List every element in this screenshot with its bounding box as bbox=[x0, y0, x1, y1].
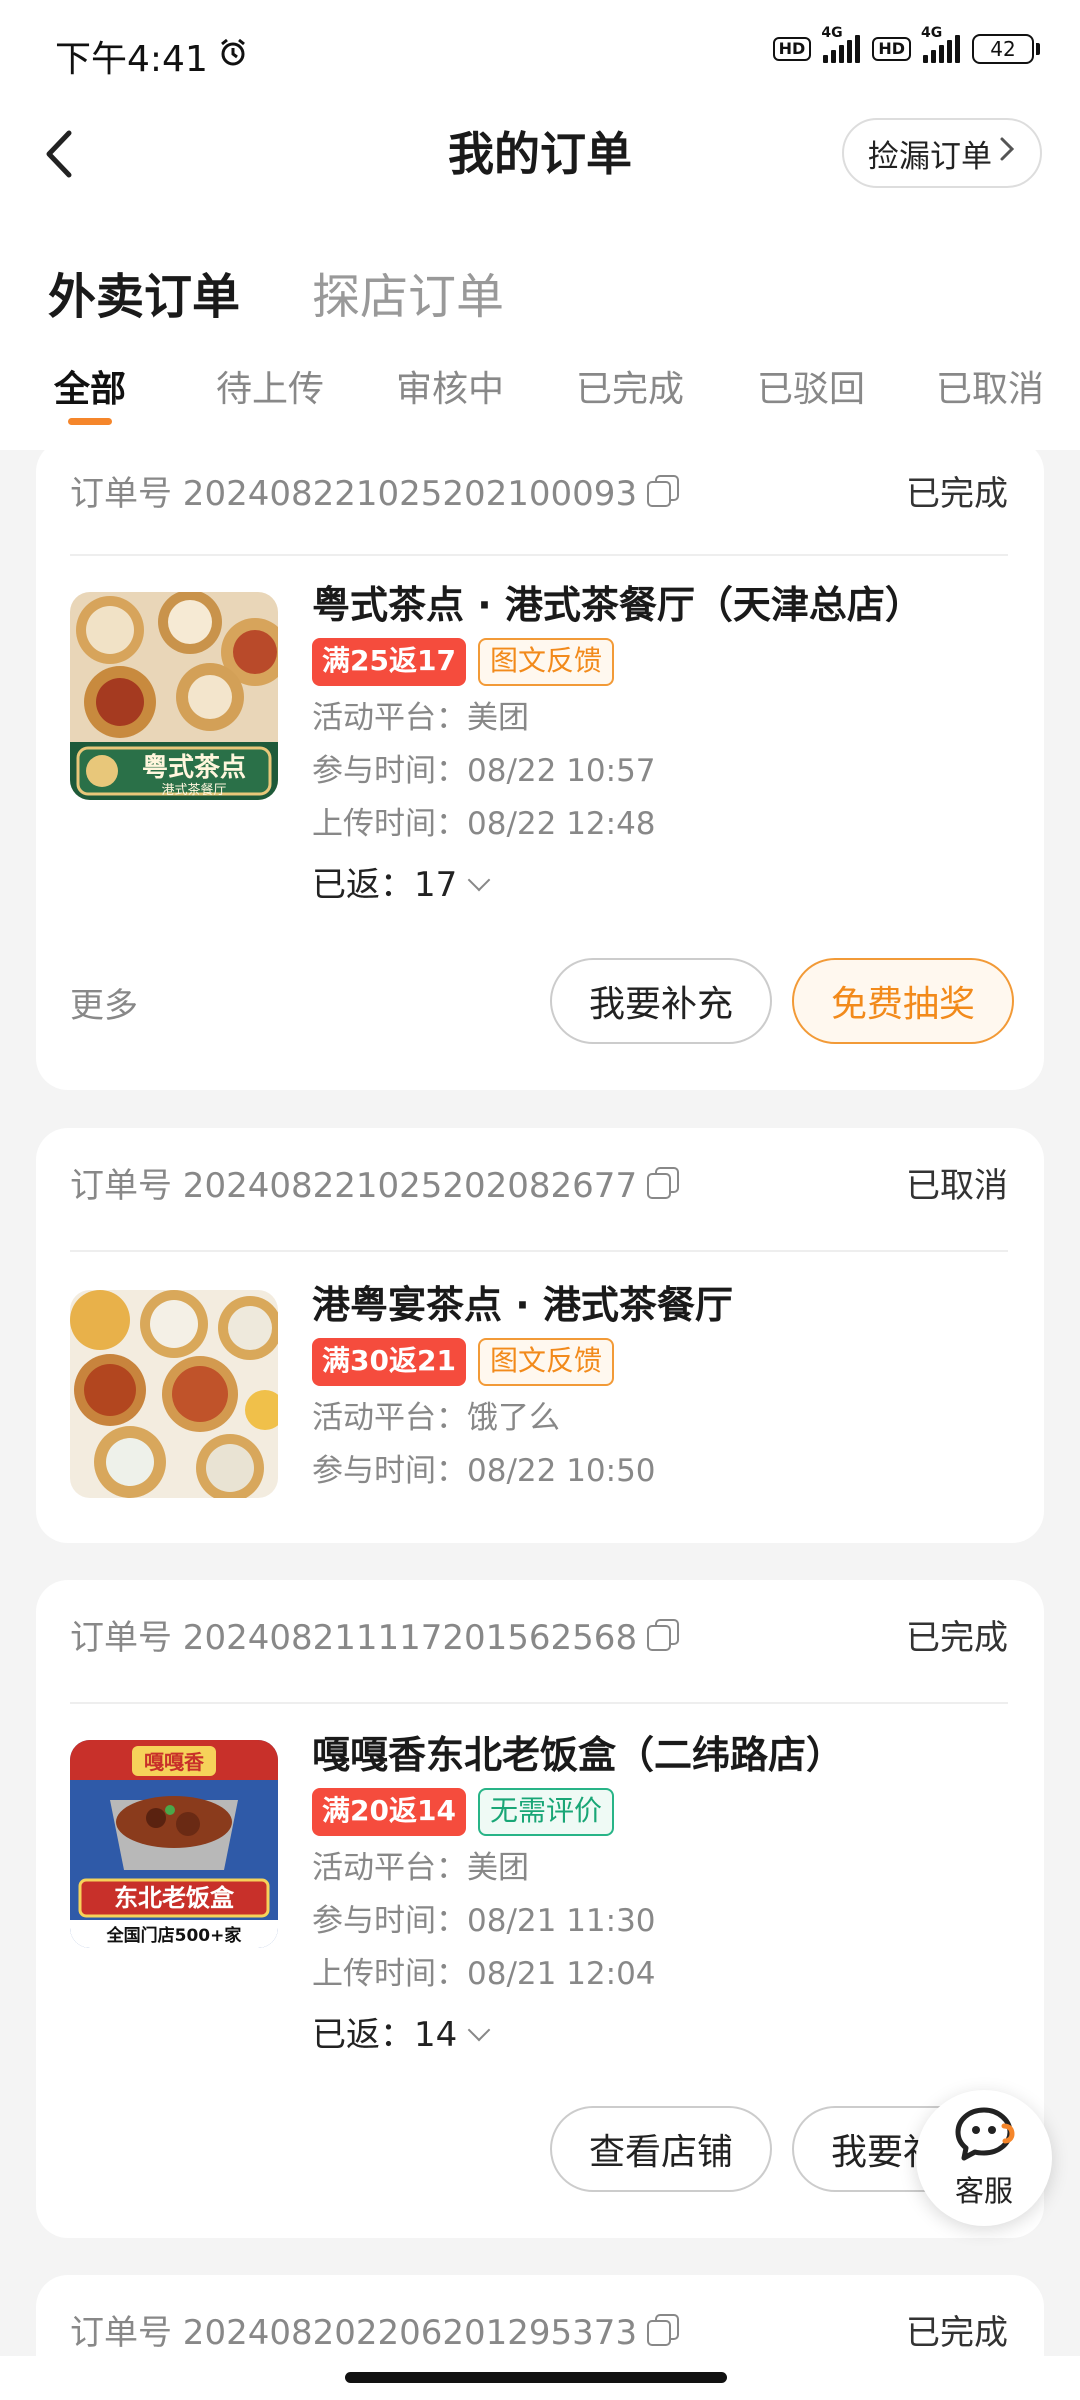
order-tags: 满25返17 图文反馈 bbox=[312, 638, 1014, 686]
join-time-text: 参与时间：08/22 10:50 bbox=[312, 1453, 656, 1489]
tab-cancelled[interactable]: 已取消 bbox=[936, 360, 1044, 420]
order-info: 粤式茶点 · 港式茶餐厅（天津总店） 满25返17 图文反馈 活动平台：美团 参… bbox=[312, 580, 1014, 915]
thumb-top-text: 嘎嘎香 bbox=[144, 1750, 205, 1774]
order-number: 订单号 202408221025202100093 bbox=[70, 473, 638, 514]
upload-time-text: 上传时间：08/22 12:48 bbox=[312, 806, 656, 842]
divider bbox=[70, 554, 1008, 556]
chevron-down-icon bbox=[467, 2018, 491, 2042]
copy-icon[interactable] bbox=[647, 1619, 680, 1651]
review-type-badge: 无需评价 bbox=[477, 1788, 614, 1836]
order-info: 港粤宴茶点 · 港式茶餐厅 满30返21 图文反馈 活动平台：饿了么 参与时间：… bbox=[312, 1280, 1014, 1498]
more-link[interactable]: 更多 bbox=[70, 978, 138, 1027]
order-status: 已完成 bbox=[906, 2312, 1008, 2353]
rebate-badge: 满30返21 bbox=[312, 1338, 466, 1386]
join-time-text: 参与时间：08/21 11:30 bbox=[312, 1903, 656, 1939]
shop-name[interactable]: 粤式茶点 · 港式茶餐厅（天津总店） bbox=[312, 580, 1014, 630]
shop-name[interactable]: 嘎嘎香东北老饭盒（二纬路店） bbox=[312, 1730, 1014, 1780]
clock-text: 下午4:41 bbox=[55, 39, 208, 80]
returned-amount-toggle[interactable]: 已返：14 bbox=[312, 2005, 1014, 2065]
customer-service-label: 客服 bbox=[954, 2174, 1013, 2208]
chevron-right-icon bbox=[998, 135, 1016, 171]
network-type: 4G bbox=[921, 25, 943, 41]
platform-text: 活动平台：美团 bbox=[312, 1850, 529, 1886]
chevron-down-icon bbox=[467, 868, 491, 892]
thumb-title: 粤式茶点 bbox=[142, 752, 246, 783]
copy-icon[interactable] bbox=[647, 2314, 680, 2346]
divider bbox=[70, 1702, 1008, 1704]
upload-time-text: 上传时间：08/21 12:04 bbox=[312, 1956, 656, 1992]
rebate-badge: 满25返17 bbox=[312, 638, 466, 686]
network-type: 4G bbox=[821, 25, 843, 41]
shop-thumbnail[interactable] bbox=[70, 1290, 278, 1498]
order-status: 已取消 bbox=[906, 1165, 1008, 1206]
order-card[interactable]: 订单号 202408221025202082677 已取消 港粤宴茶点 · 港式… bbox=[36, 1128, 1044, 1543]
review-type-badge: 图文反馈 bbox=[477, 1338, 614, 1386]
platform-text: 活动平台：饿了么 bbox=[312, 1400, 560, 1436]
order-number-row: 订单号 202408211117201562568 已完成 bbox=[70, 1580, 1008, 1688]
returned-amount-toggle[interactable]: 已返：17 bbox=[312, 855, 1014, 915]
alarm-icon bbox=[218, 36, 248, 77]
status-icons: HD 4G HD 4G 42 bbox=[772, 25, 1040, 64]
tab-completed[interactable]: 已完成 bbox=[576, 360, 684, 420]
missing-orders-label: 捡漏订单 bbox=[868, 138, 992, 175]
rebate-badge: 满20返14 bbox=[312, 1788, 466, 1836]
order-status: 已完成 bbox=[906, 1617, 1008, 1658]
hd-icon: HD bbox=[772, 37, 812, 61]
order-number: 订单号 202408221025202082677 bbox=[70, 1165, 638, 1206]
supplement-button[interactable]: 我要补充 bbox=[550, 958, 772, 1044]
platform-text: 活动平台：美团 bbox=[312, 700, 529, 736]
shop-thumbnail[interactable]: 粤式茶点 港式茶餐厅 bbox=[70, 592, 278, 800]
shop-thumbnail[interactable]: 嘎嘎香 东北老饭盒 全国门店500+家 bbox=[70, 1740, 278, 1948]
shop-name[interactable]: 港粤宴茶点 · 港式茶餐厅 bbox=[312, 1280, 1014, 1330]
nav-bar: 我的订单 捡漏订单 bbox=[0, 110, 1080, 200]
order-card[interactable]: 订单号 202408221025202100093 已完成 粤式茶点 港式茶餐厅 bbox=[36, 440, 1044, 1090]
order-number-row: 订单号 202408221025202082677 已取消 bbox=[70, 1128, 1008, 1236]
order-status: 已完成 bbox=[906, 473, 1008, 514]
battery-level: 42 bbox=[972, 34, 1034, 64]
tab-all[interactable]: 全部 bbox=[54, 360, 126, 420]
tab-pending-upload[interactable]: 待上传 bbox=[216, 360, 324, 420]
order-card[interactable]: 订单号 202408211117201562568 已完成 嘎嘎香 东北老饭盒 … bbox=[36, 1580, 1044, 2238]
tab-under-review[interactable]: 审核中 bbox=[396, 360, 504, 420]
view-shop-button[interactable]: 查看店铺 bbox=[550, 2106, 772, 2192]
order-info: 嘎嘎香东北老饭盒（二纬路店） 满20返14 无需评价 活动平台：美团 参与时间：… bbox=[312, 1730, 1014, 2065]
copy-icon[interactable] bbox=[647, 475, 680, 507]
review-type-badge: 图文反馈 bbox=[477, 638, 614, 686]
orders-page: 下午4:41 HD 4G HD 4G 42 我的订单 捡漏订单 外卖订单 探店订… bbox=[0, 0, 1080, 2400]
status-bar: 下午4:41 HD 4G HD 4G 42 bbox=[0, 0, 1080, 110]
home-indicator[interactable] bbox=[345, 2372, 727, 2383]
order-number: 订单号 202408202206201295373 bbox=[70, 2312, 638, 2353]
signal-icon: 4G bbox=[821, 25, 861, 63]
order-type-tabs: 外卖订单 探店订单 bbox=[0, 262, 504, 332]
status-filter-tabs: 全部 待上传 审核中 已完成 已驳回 已取消 bbox=[0, 360, 1080, 430]
order-tags: 满20返14 无需评价 bbox=[312, 1788, 1014, 1836]
divider bbox=[70, 1250, 1008, 1252]
active-tab-indicator bbox=[68, 418, 112, 425]
thumb-bottom-text: 全国门店500+家 bbox=[106, 1925, 242, 1946]
free-lottery-button[interactable]: 免费抽奖 bbox=[792, 958, 1014, 1044]
copy-icon[interactable] bbox=[647, 1167, 680, 1199]
battery-icon: 42 bbox=[972, 34, 1040, 64]
order-number: 订单号 202408211117201562568 bbox=[70, 1617, 638, 1658]
order-number-row: 订单号 202408221025202100093 已完成 bbox=[70, 440, 1008, 540]
top-header-area: 下午4:41 HD 4G HD 4G 42 我的订单 捡漏订单 外卖订单 探店订… bbox=[0, 0, 1080, 450]
thumb-title: 东北老饭盒 bbox=[114, 1884, 235, 1912]
missing-orders-button[interactable]: 捡漏订单 bbox=[842, 118, 1042, 188]
hd-icon: HD bbox=[872, 37, 911, 61]
order-tags: 满30返21 图文反馈 bbox=[312, 1338, 1014, 1386]
customer-service-button[interactable]: 客服 bbox=[916, 2090, 1052, 2226]
thumb-subtitle: 港式茶餐厅 bbox=[161, 782, 226, 798]
join-time-text: 参与时间：08/22 10:57 bbox=[312, 753, 656, 789]
tab-store-visit-orders[interactable]: 探店订单 bbox=[312, 262, 504, 332]
customer-service-icon bbox=[952, 2106, 1016, 2166]
status-time: 下午4:41 bbox=[55, 30, 248, 82]
returned-amount: 已返：17 bbox=[312, 865, 458, 905]
tab-takeout-orders[interactable]: 外卖订单 bbox=[48, 262, 240, 332]
returned-amount: 已返：14 bbox=[312, 2015, 458, 2055]
tab-rejected[interactable]: 已驳回 bbox=[757, 360, 865, 420]
signal-icon: 4G bbox=[921, 25, 960, 63]
